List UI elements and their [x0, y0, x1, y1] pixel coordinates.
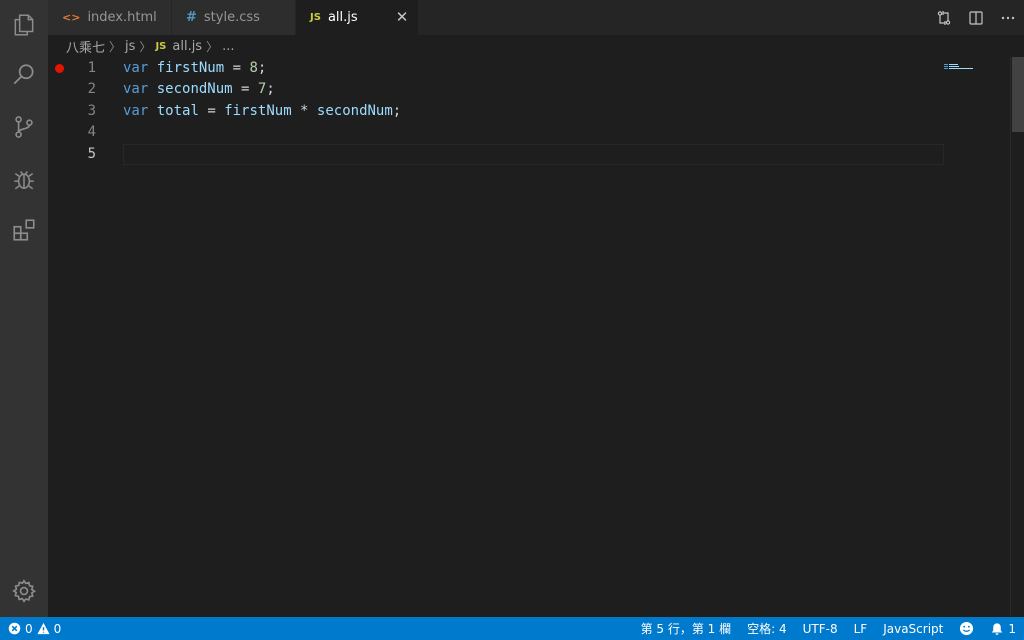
error-icon	[8, 622, 21, 635]
feedback-smiley-icon[interactable]	[951, 617, 982, 640]
debug-icon[interactable]	[0, 155, 48, 203]
close-tab-icon[interactable]: ✕	[394, 8, 410, 26]
encoding[interactable]: UTF-8	[795, 617, 846, 640]
status-bar: 0 0 第 5 行，第 1 欄 空格: 4 UTF-8 LF JavaScrip…	[0, 617, 1024, 640]
more-actions-icon[interactable]	[992, 0, 1024, 35]
tab-index-html[interactable]: <> index.html	[48, 0, 172, 35]
split-editor-icon[interactable]	[960, 0, 992, 35]
code-text: var secondNum = 7;	[123, 81, 275, 97]
tab-style-css[interactable]: # style.css	[172, 0, 296, 35]
code-text: var firstNum = 8;	[123, 60, 267, 76]
explorer-icon[interactable]	[0, 1, 48, 49]
vertical-scrollbar[interactable]	[1010, 57, 1024, 617]
minimap[interactable]	[942, 57, 1008, 617]
editor-actions	[928, 0, 1024, 35]
chevron-right-icon: 〉	[109, 39, 122, 54]
source-control-icon[interactable]	[0, 103, 48, 151]
breadcrumb: 八乘七 〉 js 〉 JS all.js 〉 ...	[48, 35, 1024, 57]
code-text: var total = firstNum * secondNum;	[123, 103, 402, 119]
breadcrumb-more[interactable]: ...	[222, 39, 234, 54]
line-number: 2	[87, 81, 96, 97]
warning-icon	[37, 622, 50, 635]
activity-bar	[0, 0, 48, 617]
bell-icon	[992, 622, 1003, 635]
extensions-icon[interactable]	[0, 206, 48, 254]
current-line-highlight	[123, 144, 944, 165]
line-number: 5	[87, 146, 96, 162]
end-of-line[interactable]: LF	[846, 617, 876, 640]
warning-count: 0	[53, 621, 62, 636]
line-number: 4	[87, 124, 96, 140]
chevron-right-icon: 〉	[139, 39, 152, 54]
tab-all-js[interactable]: JS all.js ✕	[296, 0, 419, 35]
search-icon[interactable]	[0, 51, 48, 99]
html-file-icon: <>	[62, 11, 81, 24]
code-line[interactable]: 2 var secondNum = 7;	[48, 79, 942, 100]
code-line[interactable]: 1 var firstNum = 8;	[48, 58, 942, 79]
cursor-position[interactable]: 第 5 行，第 1 欄	[633, 617, 740, 640]
code-line[interactable]: 4	[48, 122, 942, 143]
minimap-preview	[944, 64, 973, 69]
breadcrumb-file[interactable]: all.js	[172, 39, 202, 54]
language-mode[interactable]: JavaScript	[875, 617, 951, 640]
js-file-icon: JS	[155, 40, 167, 52]
settings-gear-icon[interactable]	[0, 567, 48, 615]
chevron-right-icon: 〉	[206, 39, 219, 54]
breadcrumb-subfolder[interactable]: js	[125, 39, 135, 54]
scrollbar-thumb[interactable]	[1012, 57, 1024, 132]
css-file-icon: #	[186, 10, 197, 25]
breadcrumb-folder[interactable]: 八乘七	[66, 37, 105, 56]
code-line-current[interactable]: 5	[48, 144, 944, 165]
open-changes-icon[interactable]	[928, 0, 960, 35]
notification-count: 1	[1008, 621, 1016, 636]
code-editor[interactable]: 1 var firstNum = 8; 2 var secondNum = 7;…	[48, 57, 1024, 617]
notifications[interactable]: 1	[982, 617, 1024, 640]
indentation[interactable]: 空格: 4	[739, 617, 795, 640]
line-number: 3	[87, 103, 96, 119]
js-file-icon: JS	[310, 12, 321, 23]
code-line[interactable]: 3 var total = firstNum * secondNum;	[48, 101, 942, 122]
tab-label: index.html	[87, 10, 157, 25]
line-number: 1	[87, 60, 96, 76]
tab-label: style.css	[203, 10, 260, 25]
error-count: 0	[25, 621, 33, 636]
tab-label: all.js	[327, 10, 358, 25]
editor-tab-bar: <> index.html # style.css JS all.js ✕	[48, 0, 1024, 35]
problems-indicator[interactable]: 0 0	[0, 617, 69, 640]
